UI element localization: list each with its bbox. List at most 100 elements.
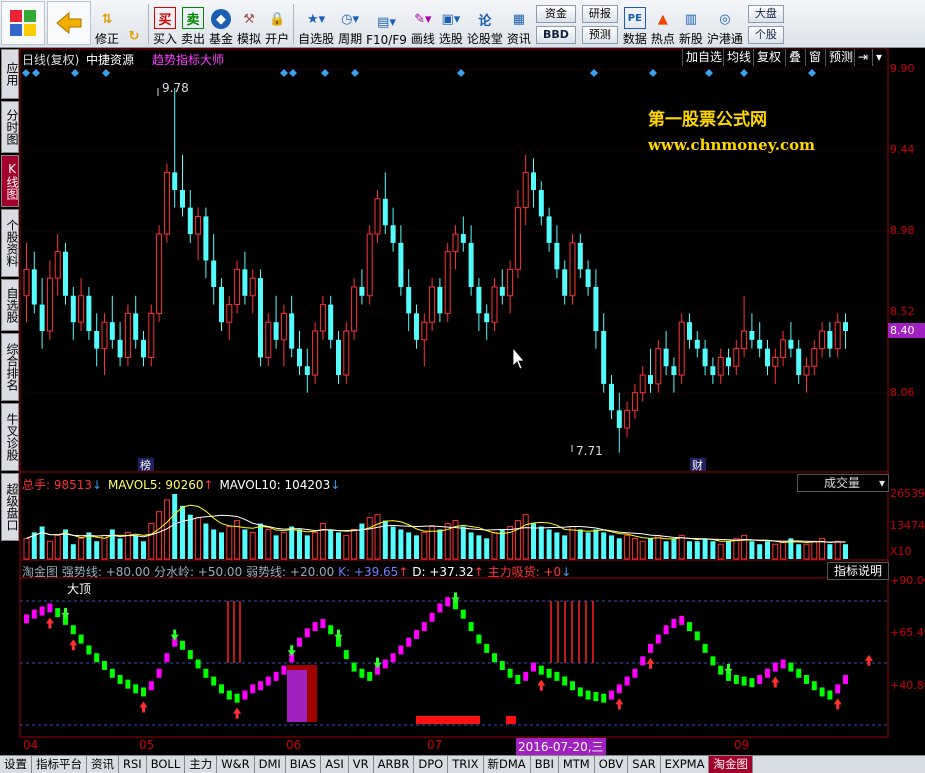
volume-bar (304, 535, 310, 559)
candle-body (522, 171, 529, 209)
bottom-tab-item[interactable]: TRIX (448, 756, 484, 773)
bottom-tab-item[interactable]: EXPMA (661, 756, 710, 773)
volume-bar (78, 537, 85, 560)
bottom-tab-item[interactable]: OBV (595, 756, 629, 773)
trend-block (710, 656, 716, 666)
volume-bar (780, 540, 787, 560)
bang-marker[interactable]: 榜 (140, 458, 151, 472)
bottom-tab-item[interactable]: 资讯 (87, 756, 119, 773)
bottom-tab-item[interactable]: BBI (531, 756, 559, 773)
trend-block (382, 659, 388, 669)
indicator-name[interactable]: 趋势指标大师 (152, 51, 224, 68)
volume-bar (546, 529, 552, 559)
trend-block (102, 661, 107, 670)
trend-block (570, 681, 575, 691)
bottom-tab-item[interactable]: VR (349, 756, 374, 773)
bottom-tab-item[interactable]: MTM (559, 756, 595, 773)
bottom-tab-item[interactable]: ASI (321, 756, 349, 773)
candle-body (577, 242, 583, 270)
expand-icon[interactable]: ⇥ (854, 49, 872, 66)
trend-block (390, 653, 396, 663)
volume-bar (180, 505, 185, 559)
bottom-tab-item[interactable]: RSI (119, 756, 147, 773)
candle-body (280, 312, 287, 341)
buy-arrow-icon (537, 679, 546, 691)
volume-indicator-select[interactable]: 成交量 ▾ (797, 474, 889, 492)
forecast-chart-button[interactable]: 预测 (825, 49, 857, 66)
bottom-tab-item[interactable]: 主力 (185, 756, 218, 773)
trend-block (772, 662, 778, 672)
volume-bar (374, 514, 381, 560)
period-label[interactable]: 日线(复权) (22, 51, 79, 68)
candle-body (180, 190, 185, 208)
trend-block (624, 676, 630, 686)
trend-block (632, 668, 638, 678)
bottom-tab-item[interactable]: DPO (414, 756, 449, 773)
candle-body (648, 375, 653, 384)
volume-bar (219, 532, 224, 559)
kline-chart[interactable]: 9.78 7.71 榜 财 第一股票公式网 www.chnmoney.com (0, 0, 925, 755)
chevron-down-icon[interactable]: ▾ (872, 49, 886, 66)
volume-bar (366, 517, 373, 560)
bottom-tab-item[interactable]: ARBR (374, 756, 415, 773)
volume-legend: 总手: 98513↓ MAVOL5: 90260↑ MAVOL10: 10420… (22, 478, 341, 492)
volume-bar (678, 534, 685, 560)
stock-name: 中捷资源 (86, 53, 135, 67)
window-button[interactable]: 窗 (805, 49, 825, 66)
trend-block (492, 653, 497, 663)
bottom-tab-item[interactable]: BIAS (286, 756, 322, 773)
candle-body (374, 198, 381, 235)
trend-block (133, 684, 139, 694)
candle-body (639, 374, 646, 394)
candle-body (390, 225, 396, 243)
bottom-tab-item[interactable]: W&R (217, 756, 255, 773)
candle-body (63, 251, 68, 296)
current-price: 8.40 (890, 324, 915, 337)
candle-body (234, 268, 241, 306)
add-self-select-button[interactable]: 加自选 (682, 49, 726, 66)
candle-body (507, 268, 514, 297)
volume-bar (414, 535, 419, 559)
bottom-tab-item[interactable]: 指标平台 (32, 756, 87, 773)
volume-bar (437, 529, 443, 559)
indicator-help-button[interactable]: 指标说明 (827, 562, 889, 580)
candle-body (406, 286, 412, 314)
x-axis-label: 07 (427, 738, 443, 752)
candle-body (843, 322, 848, 331)
trend-block (24, 614, 29, 624)
volume-bar (772, 543, 779, 560)
bottom-tab-item[interactable]: 新DMA (484, 756, 531, 773)
ma-button[interactable]: 均线 (723, 49, 755, 66)
sell-arrow-icon (61, 607, 70, 619)
restore-right-button[interactable]: 复权 (753, 49, 785, 66)
candle-body (733, 348, 740, 367)
volume-axis-label: 26539 (890, 487, 925, 500)
candle-body (772, 356, 779, 367)
volume-bar (226, 526, 233, 560)
bottom-tab-item[interactable]: DMI (255, 756, 286, 773)
candle-body (297, 348, 302, 367)
candle-body (148, 312, 155, 358)
volume-bar (273, 535, 279, 559)
bottom-tab-item[interactable]: SAR (628, 756, 661, 773)
trend-block (671, 619, 677, 628)
overlay-button[interactable]: 叠 (785, 49, 805, 66)
volume-bar (280, 531, 287, 560)
candle-body (289, 313, 295, 349)
volume-bar (733, 537, 740, 560)
trend-block (94, 653, 100, 663)
candle-body (421, 321, 428, 341)
volume-bar (616, 538, 622, 559)
cai-marker[interactable]: 财 (692, 458, 703, 472)
volume-bar (124, 531, 131, 560)
volume-bar (569, 526, 576, 560)
bottom-indicator-tabs: 设置 指标平台 资讯 RSI BOLL 主力 W&R DMI BIAS ASI VR ARBR DPO T… (0, 755, 925, 773)
bottom-tab-item[interactable]: 淘金图 (709, 756, 753, 773)
bottom-tab-item[interactable]: BOLL (147, 756, 186, 773)
bottom-tab-item[interactable]: 设置 (0, 756, 32, 773)
candle-body (70, 295, 76, 323)
x-axis-label: 06 (286, 738, 302, 752)
volume-bar (101, 534, 108, 560)
volume-bar (655, 534, 662, 560)
trend-block (312, 622, 318, 632)
